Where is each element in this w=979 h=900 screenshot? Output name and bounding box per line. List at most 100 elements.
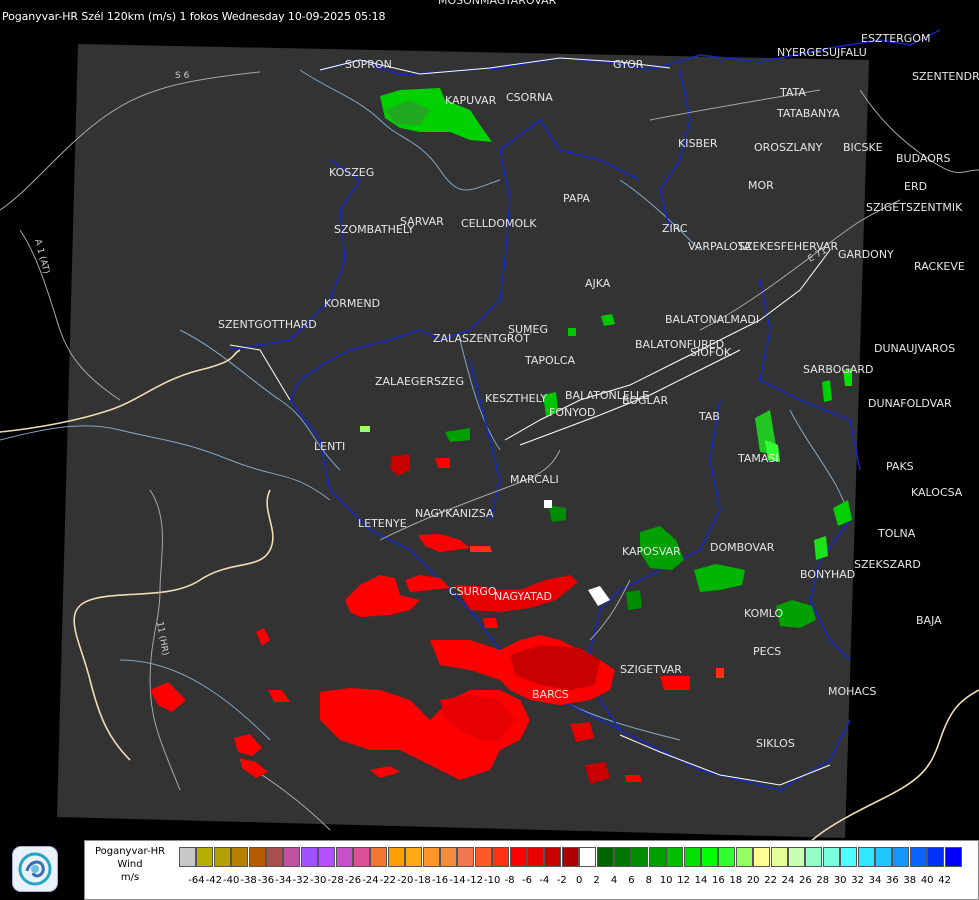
city-label: BUDAORS <box>896 152 951 165</box>
legend-swatch <box>892 847 910 867</box>
city-label: GARDONY <box>838 248 894 261</box>
legend-swatch <box>631 847 649 867</box>
city-label: SZENTENDRE <box>912 70 979 83</box>
city-label: NAGYATAD <box>494 590 552 603</box>
legend-swatch <box>927 847 945 867</box>
legend-swatch <box>753 847 771 867</box>
city-label: SIOFOK <box>690 346 732 359</box>
legend-swatch <box>561 847 579 867</box>
city-label: BICSKE <box>843 141 883 154</box>
legend-swatch <box>648 847 666 867</box>
city-label: GYOR <box>613 58 644 71</box>
city-label: CSORNA <box>506 91 553 104</box>
city-label: DOMBOVAR <box>710 541 775 554</box>
legend-swatch <box>283 847 301 867</box>
legend-tick-label: 42 <box>938 875 951 886</box>
legend-swatch <box>822 847 840 867</box>
city-label: SOPRON <box>345 58 392 71</box>
legend-swatch <box>492 847 510 867</box>
city-label: KAPUVAR <box>445 94 497 107</box>
legend-swatch <box>840 847 858 867</box>
city-label: BALATONALMADI <box>665 313 759 326</box>
legend-swatch <box>266 847 283 867</box>
city-label: ESZTERGOM <box>861 32 930 45</box>
radar-logo-icon <box>12 846 58 892</box>
city-label: TOLNA <box>877 527 916 540</box>
city-label: SZIGETSZENTMIK <box>866 201 963 214</box>
legend-title-line: Wind <box>117 859 143 870</box>
city-label: FONYOD <box>549 406 595 419</box>
legend-swatch <box>944 847 962 867</box>
legend-swatch <box>300 847 318 867</box>
city-label: MOHACS <box>828 685 876 698</box>
city-label: TATABANYA <box>776 107 840 120</box>
legend-swatch <box>422 847 440 867</box>
legend-title-line: m/s <box>120 872 140 883</box>
city-label: CSURGO <box>449 585 497 598</box>
city-label: SZOMBATHELY <box>334 223 414 236</box>
city-label: PECS <box>753 645 781 658</box>
city-label: KAPOSVAR <box>622 545 681 558</box>
city-label: TATA <box>779 86 806 99</box>
legend-swatch <box>196 847 214 867</box>
city-label: RACKEVE <box>914 260 965 273</box>
city-label: TAPOLCA <box>524 354 575 367</box>
legend-swatch <box>440 847 457 867</box>
city-label: SIKLOS <box>756 737 795 750</box>
legend-swatch <box>683 847 701 867</box>
legend-swatch <box>596 847 614 867</box>
legend-swatch <box>788 847 805 867</box>
city-label: NYERGESUJFALU <box>777 46 867 59</box>
city-label: KOSZEG <box>329 166 374 179</box>
legend-swatch <box>457 847 475 867</box>
city-label: TAMASI <box>737 452 779 465</box>
city-label: KALOCSA <box>911 486 963 499</box>
road-label: S 6 <box>175 71 190 81</box>
legend-swatch <box>666 847 684 867</box>
legend-swatch <box>179 847 196 867</box>
legend-swatch <box>527 847 544 867</box>
legend-swatch <box>335 847 353 867</box>
city-label: BOGLAR <box>622 394 668 407</box>
city-label: SZEKSZARD <box>854 558 921 571</box>
city-label: PAKS <box>886 460 914 473</box>
legend-swatch <box>318 847 336 867</box>
city-label: PAPA <box>563 192 590 205</box>
radar-map: MOSONMAGYAROVAR ESZTERGOM NYERGESUJFALU … <box>0 0 979 900</box>
city-label: ZIRC <box>662 222 688 235</box>
legend-swatch <box>370 847 388 867</box>
color-legend: Poganyvar-HR Wind m/s -64 -42 -40 -38 -36 -34… <box>84 840 979 900</box>
map-title: Poganyvar-HR Szél 120km (m/s) 1 fokos We… <box>2 10 386 23</box>
legend-swatch <box>735 847 753 867</box>
legend-swatch <box>770 847 788 867</box>
city-label: MOSONMAGYAROVAR <box>438 0 557 7</box>
city-label: ZALAEGERSZEG <box>375 375 464 388</box>
city-label: AJKA <box>585 277 611 290</box>
city-label: CELLDOMOLK <box>461 217 537 230</box>
city-label: DUNAUJVAROS <box>874 342 955 355</box>
city-label: KOMLO <box>744 607 783 620</box>
city-label: BONYHAD <box>800 568 855 581</box>
legend-title-line: Poganyvar-HR <box>94 846 166 857</box>
legend-swatch <box>405 847 423 867</box>
city-label: SZENTGOTTHARD <box>218 318 317 331</box>
city-label: NAGYKANIZSA <box>415 507 494 520</box>
legend-swatch <box>718 847 736 867</box>
legend-swatch <box>875 847 892 867</box>
legend-title: Poganyvar-HR Wind m/s <box>85 845 175 884</box>
legend-swatch <box>231 847 249 867</box>
city-label: SARBOGARD <box>803 363 874 376</box>
legend-swatch <box>353 847 370 867</box>
city-label: ERD <box>904 180 927 193</box>
city-label: BAJA <box>916 614 942 627</box>
city-label: BARCS <box>532 688 569 701</box>
legend-swatch <box>474 847 492 867</box>
legend-swatch <box>509 847 527 867</box>
legend-swatch <box>248 847 266 867</box>
legend-swatch <box>213 847 231 867</box>
city-label: KORMEND <box>324 297 380 310</box>
city-label: DUNAFOLDVAR <box>868 397 952 410</box>
legend-swatch <box>909 847 927 867</box>
city-label: MARCALI <box>510 473 559 486</box>
city-label: OROSZLANY <box>754 141 823 154</box>
